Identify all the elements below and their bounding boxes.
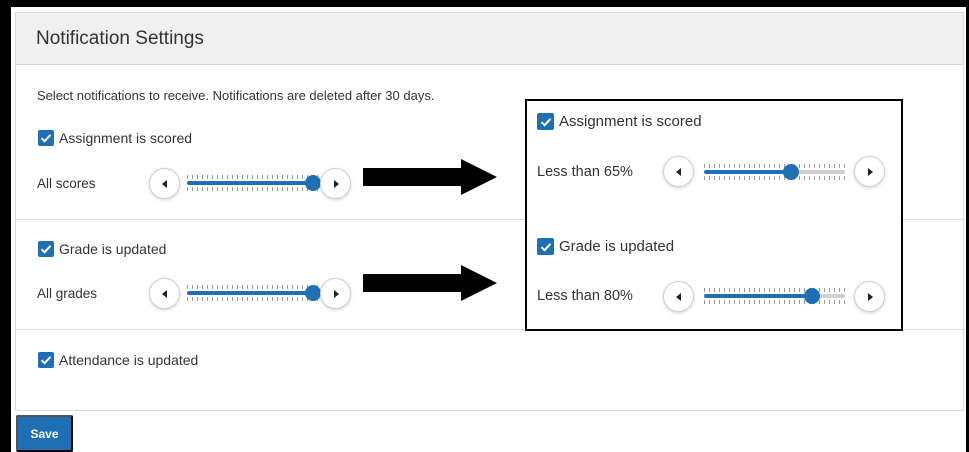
assignment-slider[interactable] bbox=[187, 173, 321, 193]
callout-assignment-level-label: Less than 65% bbox=[537, 164, 633, 180]
card-header: Notification Settings bbox=[16, 13, 963, 65]
checkbox-checked-icon[interactable] bbox=[38, 352, 54, 368]
callout-assignment-increase-button[interactable] bbox=[854, 156, 885, 187]
arrow-right-icon bbox=[363, 265, 497, 301]
checkbox-checked-icon[interactable] bbox=[38, 130, 54, 146]
callout-grade-checkbox-row[interactable]: Grade is updated bbox=[537, 238, 674, 255]
callout-grade-label: Grade is updated bbox=[559, 238, 675, 255]
checkbox-checked-icon[interactable] bbox=[38, 241, 54, 257]
grade-checkbox-label: Grade is updated bbox=[59, 241, 167, 257]
caret-left-icon bbox=[675, 167, 681, 176]
page-title: Notification Settings bbox=[36, 27, 204, 49]
assignment-slider-thumb[interactable] bbox=[305, 175, 321, 191]
callout-assignment-decrease-button[interactable] bbox=[663, 156, 694, 187]
callout-assignment-slider[interactable] bbox=[704, 162, 845, 182]
grade-checkbox-row[interactable]: Grade is updated bbox=[38, 241, 166, 257]
intro-text: Select notifications to receive. Notific… bbox=[37, 88, 435, 103]
callout-assignment-label: Assignment is scored bbox=[559, 113, 702, 130]
callout-grade-slider-thumb[interactable] bbox=[804, 288, 820, 304]
caret-left-icon bbox=[161, 289, 167, 298]
assignment-checkbox-row[interactable]: Assignment is scored bbox=[38, 130, 192, 146]
grade-level-label: All grades bbox=[37, 286, 98, 301]
save-button[interactable]: Save bbox=[16, 415, 73, 452]
caret-left-icon bbox=[675, 292, 681, 301]
assignment-checkbox-label: Assignment is scored bbox=[59, 130, 193, 146]
callout-grade-increase-button[interactable] bbox=[854, 281, 885, 312]
grade-increase-button[interactable] bbox=[320, 278, 351, 309]
callout-grade-level-label: Less than 80% bbox=[537, 288, 633, 304]
callout-assignment-slider-thumb[interactable] bbox=[783, 164, 799, 180]
callout-assignment-checkbox-row[interactable]: Assignment is scored bbox=[537, 113, 702, 130]
caret-right-icon bbox=[333, 289, 339, 298]
assignment-increase-button[interactable] bbox=[320, 168, 351, 199]
assignment-level-label: All scores bbox=[37, 176, 96, 191]
attendance-checkbox-row[interactable]: Attendance is updated bbox=[38, 352, 198, 368]
attendance-checkbox-label: Attendance is updated bbox=[59, 352, 199, 368]
arrow-right-icon bbox=[363, 159, 497, 195]
callout-box: Assignment is scored Less than 65% Grade… bbox=[525, 99, 903, 331]
caret-left-icon bbox=[161, 179, 167, 188]
grade-slider-thumb[interactable] bbox=[305, 285, 321, 301]
caret-right-icon bbox=[867, 292, 873, 301]
callout-grade-slider[interactable] bbox=[704, 286, 845, 306]
assignment-decrease-button[interactable] bbox=[149, 168, 180, 199]
callout-grade-decrease-button[interactable] bbox=[663, 281, 694, 312]
grade-decrease-button[interactable] bbox=[149, 278, 180, 309]
caret-right-icon bbox=[333, 179, 339, 188]
grade-slider[interactable] bbox=[187, 283, 321, 303]
checkbox-checked-icon[interactable] bbox=[537, 113, 554, 130]
caret-right-icon bbox=[867, 167, 873, 176]
checkbox-checked-icon[interactable] bbox=[537, 238, 554, 255]
